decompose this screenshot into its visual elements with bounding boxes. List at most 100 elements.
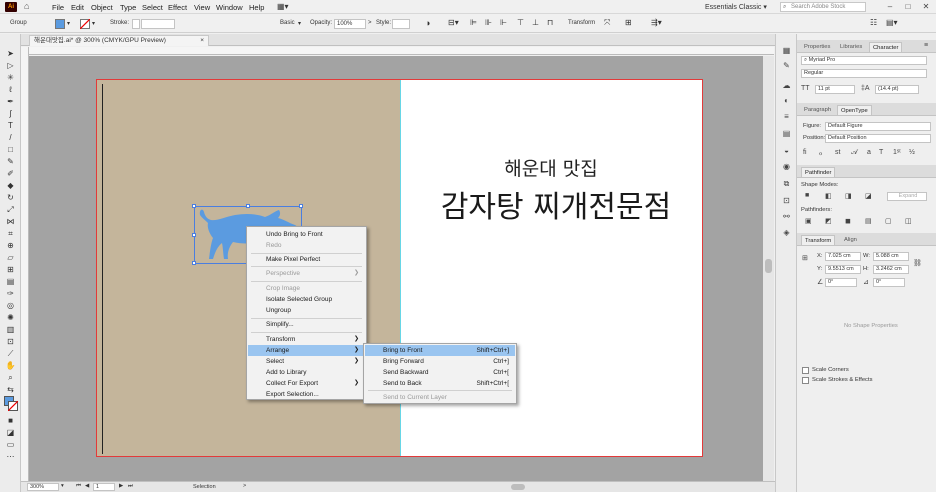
previous-artboard-icon[interactable]: ◀	[85, 483, 89, 489]
eraser-tool-icon[interactable]: ◆	[4, 181, 17, 191]
width-tool-icon[interactable]: ⋈	[4, 217, 17, 227]
rotate-tool-icon[interactable]: ↻	[4, 193, 17, 203]
font-size-field[interactable]: 11 pt	[815, 85, 855, 94]
paintbrush-tool-icon[interactable]: ✎	[4, 157, 17, 167]
stroke-color-box[interactable]	[8, 401, 18, 411]
eyedropper-tool-icon[interactable]: ✑	[4, 289, 17, 299]
menu-item-ungroup[interactable]: Ungroup	[248, 305, 365, 316]
menu-item-bring-forward[interactable]: Bring Forward Ctrl+]	[365, 356, 515, 367]
x-field[interactable]: 7.025 cm	[825, 252, 861, 261]
graphic-styles-panel-icon[interactable]: ◐	[781, 96, 792, 105]
slice-tool-icon[interactable]: ⟋	[4, 349, 17, 359]
scrollbar-thumb[interactable]	[765, 259, 772, 273]
menu-window[interactable]: Window	[216, 3, 243, 12]
scale-strokes-checkbox[interactable]	[802, 377, 809, 384]
shape-builder-tool-icon[interactable]: ⊕	[4, 241, 17, 251]
status-arrow-icon[interactable]: >	[243, 483, 246, 489]
minus-back-icon[interactable]: ◫	[905, 217, 912, 225]
layers-panel-icon[interactable]: ⧉	[781, 179, 792, 188]
menu-item-undo[interactable]: Undo Bring to Front	[248, 229, 365, 240]
stroke-dropdown-icon[interactable]: ▾	[92, 20, 95, 27]
position-dropdown[interactable]: Default Position	[825, 134, 931, 143]
selection-handle[interactable]	[192, 261, 196, 265]
menu-object[interactable]: Object	[91, 3, 113, 12]
appearance-panel-icon[interactable]: ◉	[781, 162, 792, 171]
more-options-icon[interactable]: ⇶▾	[651, 18, 662, 27]
grid-icon[interactable]: ⊞	[625, 18, 632, 27]
minimize-button[interactable]: –	[884, 1, 896, 12]
shaper-tool-icon[interactable]: ✐	[4, 169, 17, 179]
menu-item-bring-to-front[interactable]: Bring to Front Shift+Ctrl+]	[365, 345, 515, 356]
stroke-swatch[interactable]	[80, 19, 90, 29]
column-graph-tool-icon[interactable]: ▥	[4, 325, 17, 335]
discretionary-ligatures-icon[interactable]: st	[835, 149, 840, 156]
menu-type[interactable]: Type	[120, 3, 136, 12]
isolate-icon[interactable]: ⤧	[604, 18, 610, 28]
shear-field[interactable]: 0°	[873, 278, 905, 287]
menu-item-arrange[interactable]: Arrange ❯	[248, 345, 365, 356]
line-tool-icon[interactable]: /	[4, 133, 17, 143]
screen-mode-icon[interactable]: ▭	[4, 440, 17, 450]
tab-transform[interactable]: Transform	[801, 235, 836, 245]
menu-effect[interactable]: Effect	[168, 3, 187, 12]
y-field[interactable]: 9.5513 cm	[825, 265, 861, 274]
last-artboard-icon[interactable]: ⏭	[128, 483, 133, 490]
vertical-scrollbar[interactable]	[763, 56, 774, 481]
arrange-documents-icon[interactable]: ▦▾	[277, 2, 289, 11]
home-icon[interactable]: ⌂	[24, 1, 29, 11]
intersect-icon[interactable]: ◨	[845, 192, 852, 200]
height-field[interactable]: 3.2462 cm	[873, 265, 909, 274]
unite-icon[interactable]: ■	[805, 192, 809, 199]
menu-item-select[interactable]: Select ❯	[248, 356, 365, 367]
title-small-text[interactable]: 해운대 맛집	[481, 154, 621, 181]
close-tab-icon[interactable]: ×	[200, 36, 204, 46]
selection-handle[interactable]	[192, 204, 196, 208]
blend-tool-icon[interactable]: ◎	[4, 301, 17, 311]
mesh-tool-icon[interactable]: ⊞	[4, 265, 17, 275]
stylistic-alternates-icon[interactable]: a	[867, 149, 871, 156]
tab-libraries[interactable]: Libraries	[837, 42, 865, 52]
align-to-icon[interactable]: ⊟▾	[448, 18, 459, 27]
menu-item-add-to-library[interactable]: Add to Library	[248, 367, 365, 378]
gradient-tool-icon[interactable]: ▤	[4, 277, 17, 287]
width-field[interactable]: 5.088 cm	[873, 252, 909, 261]
asset-export-panel-icon[interactable]: ◈	[781, 228, 792, 237]
brush-definition[interactable]: Basic	[280, 20, 295, 26]
figure-dropdown[interactable]: Default Figure	[825, 122, 931, 131]
tab-align[interactable]: Align	[841, 235, 860, 245]
menu-item-send-to-back[interactable]: Send to Back Shift+Ctrl+[	[365, 378, 515, 389]
selection-handle[interactable]	[246, 204, 250, 208]
brush-dropdown-icon[interactable]: ▾	[298, 20, 301, 27]
titling-alternates-icon[interactable]: T	[879, 149, 883, 156]
crop-icon[interactable]: ▤	[865, 217, 872, 225]
merge-icon[interactable]: ◼	[845, 217, 851, 225]
close-window-button[interactable]: ✕	[920, 1, 932, 12]
direct-selection-tool-icon[interactable]: ▷	[4, 61, 17, 71]
menu-help[interactable]: Help	[249, 3, 264, 12]
menu-item-isolate-selected-group[interactable]: Isolate Selected Group	[248, 294, 365, 305]
ordinals-icon[interactable]: 1ˢᵗ	[893, 149, 901, 156]
magic-wand-tool-icon[interactable]: ✳	[4, 73, 17, 83]
menu-item-export-selection[interactable]: Export Selection...	[248, 389, 365, 400]
graphic-style-picker[interactable]	[392, 19, 410, 29]
vertical-ruler[interactable]	[21, 47, 29, 481]
divide-icon[interactable]: ▣	[805, 217, 812, 225]
contextual-alternates-icon[interactable]: ℴ	[819, 149, 822, 157]
menu-item-collect-for-export[interactable]: Collect For Export ❯	[248, 378, 365, 389]
stroke-weight-field[interactable]	[141, 19, 175, 29]
opacity-arrow-icon[interactable]: >	[368, 20, 372, 26]
document-tab[interactable]: 해운대맛집.ai* @ 300% (CMYK/GPU Preview) ×	[29, 35, 209, 46]
tab-character[interactable]: Character	[869, 42, 903, 52]
align-bottom-icon[interactable]: ⊓	[547, 18, 553, 27]
scale-corners-checkbox[interactable]	[802, 367, 809, 374]
color-mode-icon[interactable]: ■	[4, 416, 17, 426]
first-artboard-icon[interactable]: ⏮	[76, 483, 81, 490]
trim-icon[interactable]: ◩	[825, 217, 832, 225]
symbol-sprayer-tool-icon[interactable]: ✺	[4, 313, 17, 323]
type-tool-icon[interactable]: T	[4, 121, 17, 131]
align-center-icon[interactable]: ⊪	[485, 18, 492, 27]
stock-search-input[interactable]: ⌕ Search Adobe Stock	[780, 2, 866, 12]
menu-select[interactable]: Select	[142, 3, 163, 12]
symbols-panel-icon[interactable]: ☁	[781, 81, 792, 90]
constrain-proportions-icon[interactable]: ⛓	[913, 259, 922, 267]
